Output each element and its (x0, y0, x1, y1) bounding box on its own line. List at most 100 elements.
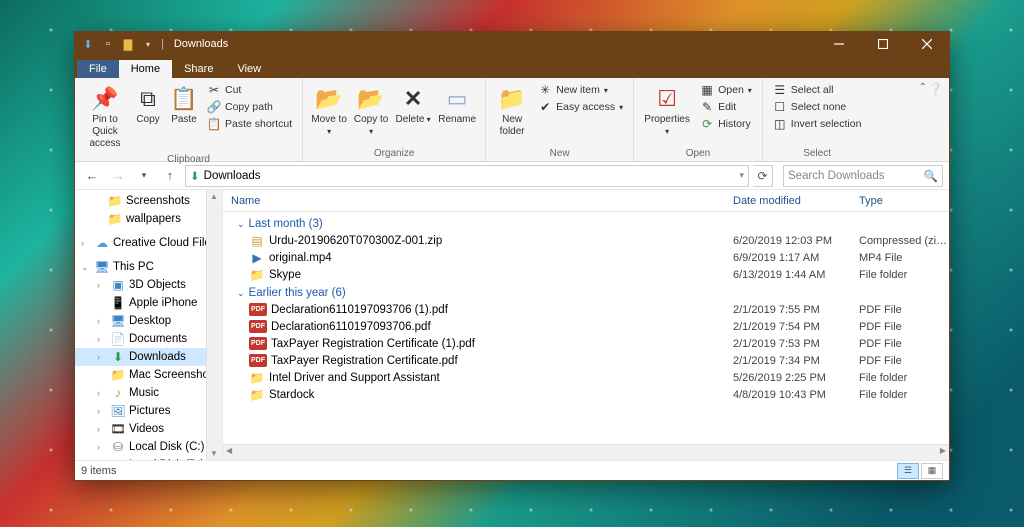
tree-item-screenshots[interactable]: 📁Screenshots (75, 192, 222, 210)
easy-access-button[interactable]: ✔Easy access ▾ (534, 99, 627, 115)
pdf-icon: PDF (249, 354, 267, 367)
tree-item-videos[interactable]: ›🎞Videos (75, 420, 222, 438)
tree-item-mac-screenshots[interactable]: 📁Mac Screenshots (75, 366, 222, 384)
chevron-right-icon[interactable]: › (97, 334, 107, 344)
cut-button[interactable]: ✂Cut (203, 82, 296, 98)
large-icons-view-button[interactable]: ▦ (921, 463, 943, 479)
column-name[interactable]: Name (231, 195, 733, 207)
invert-selection-button[interactable]: ◫Invert selection (769, 116, 866, 132)
chevron-down-icon[interactable]: ⌄ (81, 262, 91, 273)
column-type[interactable]: Type (853, 195, 949, 207)
new-folder-button[interactable]: 📁 New folder (492, 80, 532, 142)
copy-icon: ⧉ (133, 84, 163, 114)
tree-item-downloads[interactable]: ›⬇Downloads (75, 348, 222, 366)
paste-shortcut-button[interactable]: 📋Paste shortcut (203, 116, 296, 132)
help-icon[interactable]: ❔ (928, 82, 943, 96)
tab-share[interactable]: Share (172, 60, 225, 78)
maximize-button[interactable] (861, 32, 905, 56)
select-all-button[interactable]: ☰Select all (769, 82, 866, 98)
file-row[interactable]: PDFTaxPayer Registration Certificate.pdf… (231, 352, 949, 369)
horizontal-scrollbar[interactable] (223, 444, 949, 460)
tree-item-wallpapers[interactable]: 📁wallpapers (75, 210, 222, 228)
group-label-open: Open (640, 148, 756, 161)
tree-item-music[interactable]: ›♪Music (75, 384, 222, 402)
chevron-down-icon: ▾ (604, 86, 608, 95)
pdf-icon: PDF (249, 337, 267, 350)
column-date[interactable]: Date modified (733, 195, 853, 207)
file-row[interactable]: ▶original.mp46/9/2019 1:17 AMMP4 File (231, 249, 949, 266)
tab-home[interactable]: Home (119, 60, 172, 78)
tree-item-this-pc[interactable]: ⌄🖥This PC (75, 258, 222, 276)
tree-item-creative-cloud[interactable]: ›☁Creative Cloud Files (75, 234, 222, 252)
minimize-button[interactable] (817, 32, 861, 56)
file-date: 2/1/2019 7:54 PM (733, 321, 853, 333)
copy-path-button[interactable]: 🔗Copy path (203, 99, 296, 115)
copy-to-button[interactable]: 📂 Copy to ▾ (351, 80, 391, 142)
select-none-button[interactable]: ☐Select none (769, 99, 866, 115)
file-name: Declaration6110197093706 (1).pdf (271, 304, 733, 316)
chevron-right-icon[interactable]: › (81, 238, 91, 248)
file-row[interactable]: 📁Intel Driver and Support Assistant5/26/… (231, 369, 949, 386)
nav-forward-button[interactable]: → (107, 165, 129, 187)
chevron-down-icon[interactable]: ▾ (739, 170, 744, 181)
nav-up-button[interactable]: ↑ (159, 165, 181, 187)
file-row[interactable]: 📁Skype6/13/2019 1:44 AMFile folder (231, 266, 949, 283)
group-label-clipboard: Clipboard (81, 154, 296, 167)
file-row[interactable]: PDFDeclaration6110197093706.pdf2/1/2019 … (231, 318, 949, 335)
chevron-right-icon[interactable]: › (97, 406, 107, 416)
search-icon: 🔍 (924, 169, 938, 183)
move-to-button[interactable]: 📂 Move to ▾ (309, 80, 349, 142)
tab-file[interactable]: File (77, 60, 119, 78)
tree-item-iphone[interactable]: 📱Apple iPhone (75, 294, 222, 312)
file-row[interactable]: 📁Stardock4/8/2019 10:43 PMFile folder (231, 386, 949, 403)
file-group-header[interactable]: ⌄Earlier this year (6) (231, 283, 949, 301)
new-item-button[interactable]: ✳New item ▾ (534, 82, 627, 98)
address-bar[interactable]: ⬇ Downloads ▾ (185, 165, 749, 187)
collapse-ribbon-icon[interactable]: ⌃ (919, 82, 927, 93)
tree-item-pictures[interactable]: ›🖼Pictures (75, 402, 222, 420)
rename-button[interactable]: ▭ Rename (435, 80, 479, 130)
copy-button[interactable]: ⧉ Copy (131, 80, 165, 130)
pin-quick-access-button[interactable]: 📌 Pin to Quick access (81, 80, 129, 154)
chevron-right-icon[interactable]: › (97, 442, 107, 452)
properties-button[interactable]: ☑ Properties ▾ (640, 80, 694, 142)
file-group-header[interactable]: ⌄Last month (3) (231, 214, 949, 232)
tab-view[interactable]: View (225, 60, 273, 78)
nav-recent-dropdown[interactable]: ▾ (133, 165, 155, 187)
tree-item-disk-c[interactable]: ›⛁Local Disk (C:) (75, 438, 222, 456)
paste-button[interactable]: 📋 Paste (167, 80, 201, 130)
chevron-right-icon[interactable]: › (97, 424, 107, 434)
refresh-button[interactable]: ⟳ (753, 165, 773, 187)
file-type: Compressed (zipp... (853, 235, 949, 247)
properties-qat-icon[interactable]: ▫ (101, 37, 115, 51)
tree-item-3d-objects[interactable]: ›▣3D Objects (75, 276, 222, 294)
file-row[interactable]: PDF TaxPayer Registration Certificate (1)… (231, 335, 949, 352)
address-location: Downloads (204, 170, 261, 182)
folder-icon: 📁 (110, 367, 126, 383)
qat-dropdown-icon[interactable]: ▾ (141, 37, 155, 51)
titlebar[interactable]: ⬇ ▫ ▇ ▾ | Downloads (75, 32, 949, 56)
open-button[interactable]: ▦Open ▾ (696, 82, 756, 98)
file-name: TaxPayer Registration Certificate (1).pd… (271, 338, 733, 350)
nav-back-button[interactable]: ← (81, 165, 103, 187)
close-button[interactable] (905, 32, 949, 56)
tree-item-desktop[interactable]: ›🖥Desktop (75, 312, 222, 330)
folder-qat-icon[interactable]: ▇ (121, 37, 135, 51)
file-row[interactable]: ▤Urdu-20190620T070300Z-001.zip6/20/2019 … (231, 232, 949, 249)
tree-item-disk-d[interactable]: ›⛁Local Disk (D:) (75, 456, 222, 460)
file-list[interactable]: ⌄Last month (3)▤Urdu-20190620T070300Z-00… (223, 212, 949, 444)
search-input[interactable]: Search Downloads 🔍 (783, 165, 943, 187)
chevron-right-icon[interactable]: › (97, 280, 107, 290)
delete-button[interactable]: ✕ Delete ▾ (393, 80, 433, 130)
file-row[interactable]: PDFDeclaration6110197093706 (1).pdf2/1/2… (231, 301, 949, 318)
pdf-icon: PDF (249, 320, 267, 333)
edit-button[interactable]: ✎Edit (696, 99, 756, 115)
nav-scrollbar[interactable] (206, 190, 222, 460)
tree-item-documents[interactable]: ›📄Documents (75, 330, 222, 348)
history-button[interactable]: ⟳History (696, 116, 756, 132)
details-view-button[interactable]: ☰ (897, 463, 919, 479)
chevron-right-icon[interactable]: › (97, 316, 107, 326)
chevron-right-icon[interactable]: › (97, 352, 107, 362)
navigation-pane[interactable]: 📁Screenshots 📁wallpapers ›☁Creative Clou… (75, 190, 223, 460)
chevron-right-icon[interactable]: › (97, 388, 107, 398)
